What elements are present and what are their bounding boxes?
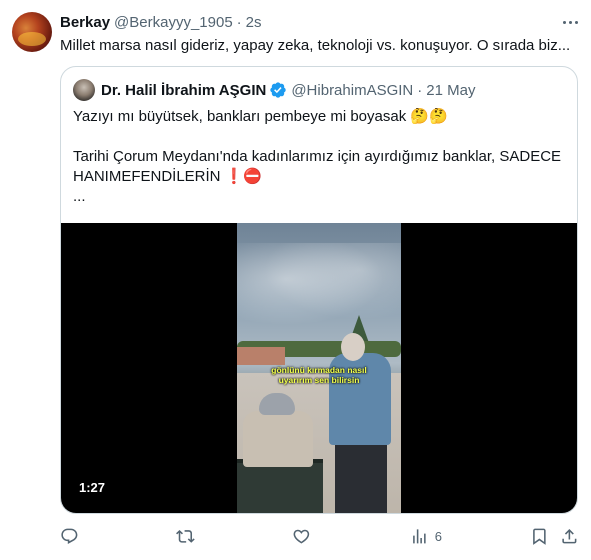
quoted-tweet[interactable]: Dr. Halil İbrahim AŞGIN @HibrahimASGIN ·… — [60, 66, 578, 514]
video-player[interactable]: gönlünü kırmadan nasıl uyarırım sen bili… — [61, 223, 577, 513]
separator-dot: · — [417, 81, 423, 99]
retweet-icon — [176, 529, 195, 543]
quoted-text-line: Tarihi Çorum Meydanı'nda kadınlarımız iç… — [73, 148, 562, 165]
views-button[interactable]: 6 — [410, 524, 442, 548]
quoted-avatar[interactable] — [73, 79, 95, 101]
verified-badge-icon — [270, 82, 287, 98]
tweet-actions: 6 — [60, 522, 580, 550]
video-thumbnail[interactable]: gönlünü kırmadan nasıl uyarırım sen bili… — [237, 223, 401, 513]
quoted-tweet-header: Dr. Halil İbrahim AŞGIN @HibrahimASGIN ·… — [73, 79, 475, 101]
bookmark-icon — [533, 528, 546, 545]
views-count: 6 — [434, 528, 442, 544]
quoted-date[interactable]: 21 May — [426, 82, 475, 99]
separator-dot: · — [236, 13, 242, 31]
quoted-display-name[interactable]: Dr. Halil İbrahim AŞGIN — [101, 82, 266, 99]
like-button[interactable] — [292, 524, 311, 548]
share-icon — [562, 528, 577, 544]
tweet-text: Millet marsa nasıl gideriz, yapay zeka, … — [60, 37, 571, 54]
tweet-header: Berkay @Berkayyy_1905 · 2s — [60, 12, 262, 32]
bookmark-button[interactable] — [530, 524, 549, 548]
tweet[interactable]: Berkay @Berkayyy_1905 · 2s Millet marsa … — [0, 0, 591, 560]
reply-icon — [61, 528, 78, 544]
video-duration-badge: 1:27 — [73, 477, 112, 498]
timestamp[interactable]: 2s — [246, 14, 262, 31]
user-handle[interactable]: @Berkayyy_1905 — [114, 14, 233, 31]
more-horizontal-icon — [562, 20, 566, 24]
video-subtitle: gönlünü kırmadan nasıl uyarırım sen bili… — [271, 365, 367, 385]
quoted-text-line: Yazıyı mı büyütsek, bankları pembeye mi … — [73, 108, 448, 125]
display-name[interactable]: Berkay — [60, 14, 110, 31]
share-button[interactable] — [560, 524, 579, 548]
views-chart-icon — [413, 528, 426, 544]
avatar[interactable] — [12, 12, 52, 52]
quoted-user-handle[interactable]: @HibrahimASGIN — [291, 82, 413, 99]
quoted-text-ellipsis: ... — [73, 188, 86, 205]
more-options-button[interactable] — [560, 12, 580, 32]
quoted-text-line: HANIMEFENDİLERİN ❗⛔ — [73, 168, 263, 185]
quoted-tweet-text: Yazıyı mı büyütsek, bankları pembeye mi … — [73, 107, 567, 207]
heart-icon — [293, 529, 310, 544]
reply-button[interactable] — [60, 524, 79, 548]
retweet-button[interactable] — [176, 524, 195, 548]
